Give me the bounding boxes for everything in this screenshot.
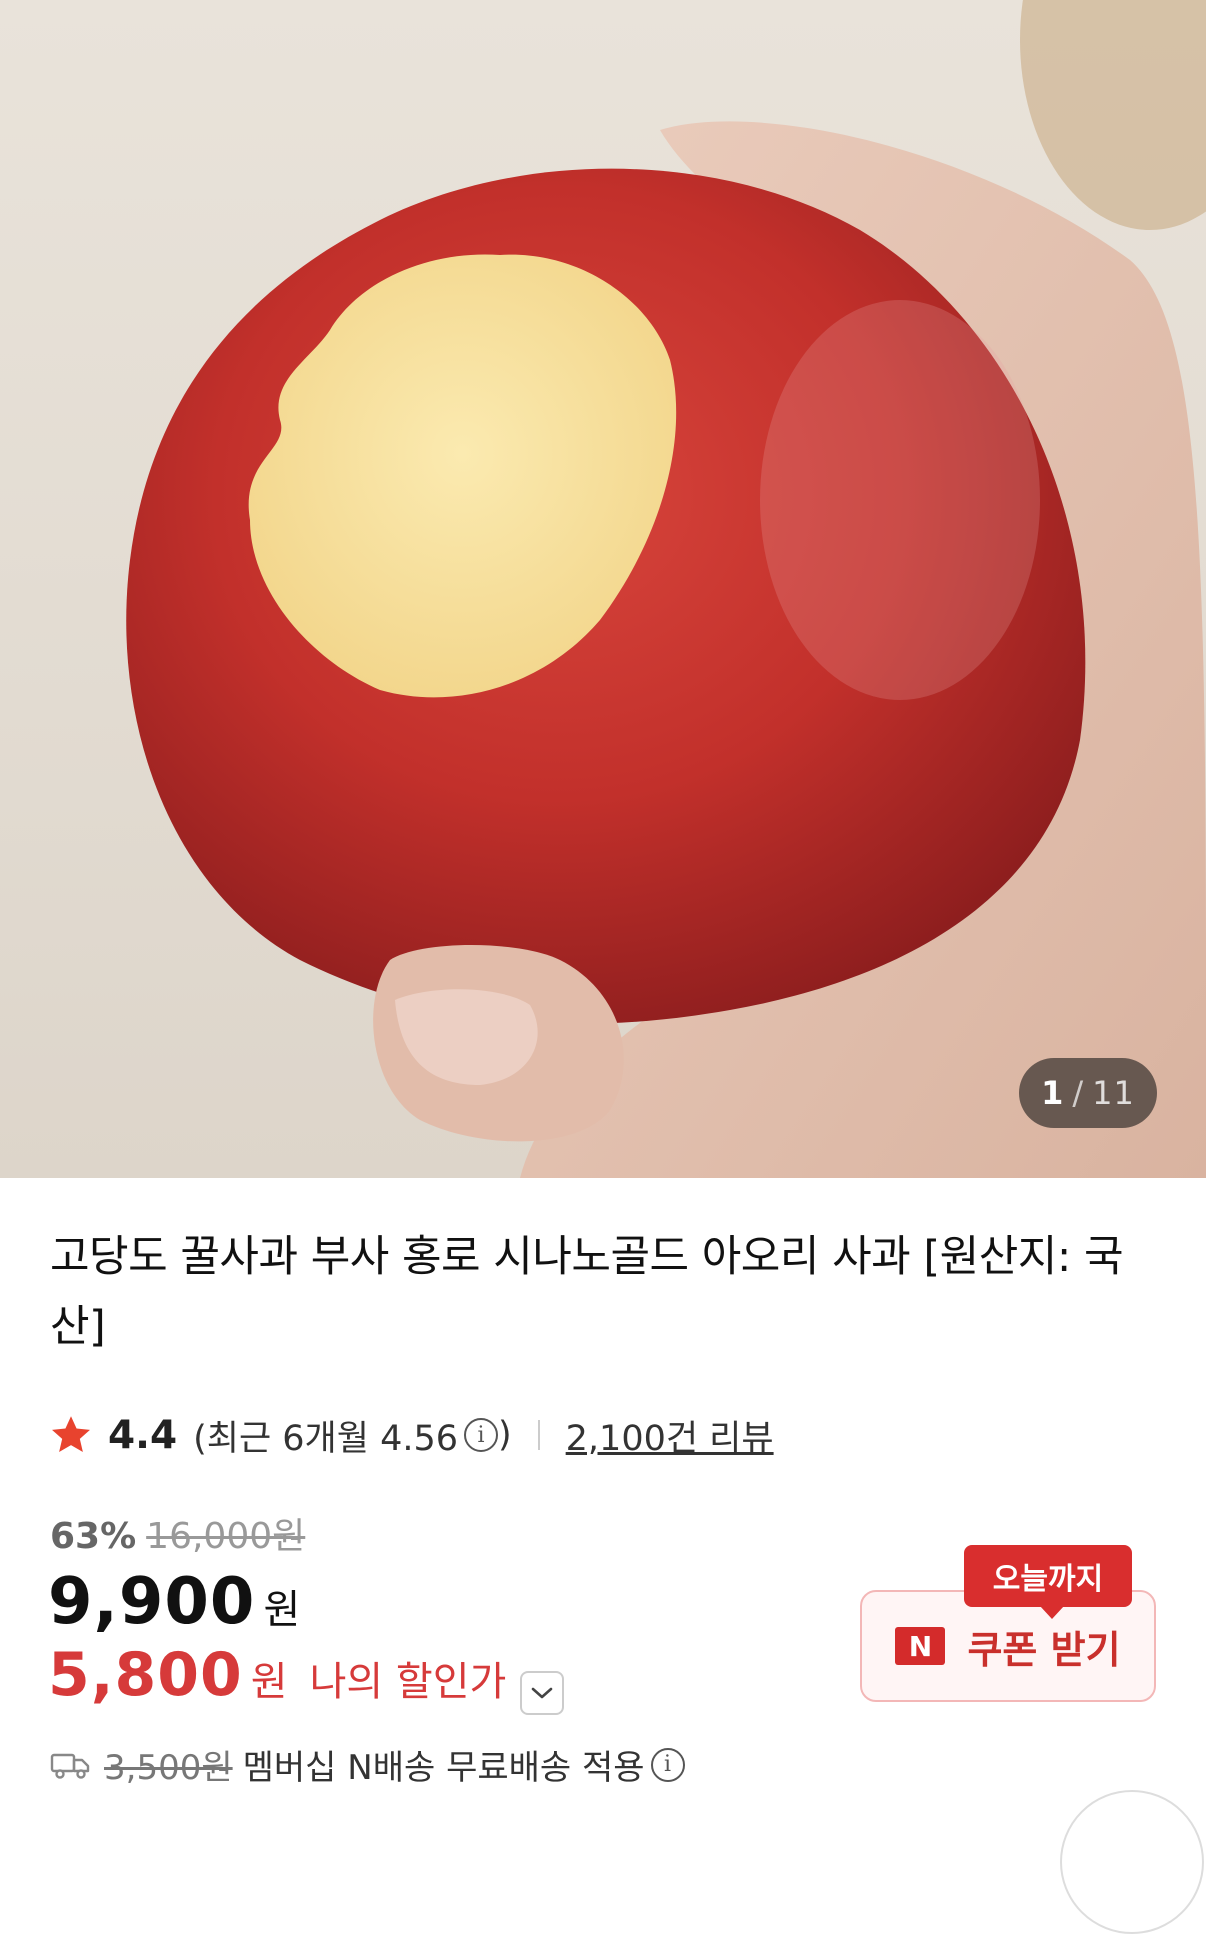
my-price-currency: 원 xyxy=(250,1659,288,1705)
star-icon xyxy=(52,1416,90,1453)
product-title: 고당도 꿀사과 부사 홍로 시나노골드 아오리 사과 [원산지: 국산] xyxy=(50,1232,1124,1352)
recent-rating: (최근 6개월 4.56 i ) xyxy=(193,1410,512,1461)
image-counter-total: 11 xyxy=(1092,1074,1135,1112)
my-discount-price: 5,800 xyxy=(48,1640,243,1710)
my-price-expand-button[interactable] xyxy=(520,1671,565,1715)
discount-row: 63% 16,000원 xyxy=(50,1507,305,1559)
divider xyxy=(537,1420,540,1450)
naver-n-logo: N xyxy=(895,1627,946,1665)
delivery-info-icon[interactable]: i xyxy=(650,1747,685,1782)
product-image-gallery[interactable]: 1 / 11 xyxy=(0,0,1206,1178)
delivery-benefit-text: 멤버십 N배송 무료배송 적용 xyxy=(242,1748,645,1788)
my-price-label: 나의 할인가 xyxy=(309,1659,507,1705)
product-photo xyxy=(126,0,1206,1178)
image-counter-current: 1 xyxy=(1041,1074,1065,1112)
sale-price-currency: 원 xyxy=(263,1587,301,1633)
delivery-truck-icon xyxy=(50,1753,90,1779)
image-counter: 1 / 11 xyxy=(1019,1058,1157,1128)
recent-rating-close: ) xyxy=(498,1415,512,1455)
coupon-deadline-badge: 오늘까지 xyxy=(964,1545,1132,1619)
recent-rating-text: (최근 6개월 4.56 xyxy=(193,1418,458,1459)
coupon-label: 쿠폰 받기 xyxy=(967,1627,1121,1672)
floating-action-button[interactable] xyxy=(1060,1790,1204,1934)
sale-price-row: 9,900 원 xyxy=(48,1565,300,1639)
rating-row: 4.4 (최근 6개월 4.56 i ) 2,100건 리뷰 xyxy=(48,1410,774,1460)
rating-score: 4.4 xyxy=(108,1412,178,1458)
my-price-row: 5,800 원 나의 할인가 xyxy=(48,1640,565,1715)
original-shipping-fee: 3,500원 xyxy=(104,1748,233,1788)
discount-rate: 63% xyxy=(50,1516,137,1557)
image-counter-separator: / xyxy=(1072,1074,1085,1112)
delivery-row: 3,500원 멤버십 N배송 무료배송 적용 i xyxy=(50,1740,685,1789)
sale-price: 9,900 xyxy=(48,1565,256,1639)
chevron-down-icon xyxy=(532,1687,553,1699)
original-price: 16,000원 xyxy=(146,1516,306,1557)
review-count-link[interactable]: 2,100건 리뷰 xyxy=(566,1410,774,1461)
info-icon[interactable]: i xyxy=(464,1418,498,1452)
